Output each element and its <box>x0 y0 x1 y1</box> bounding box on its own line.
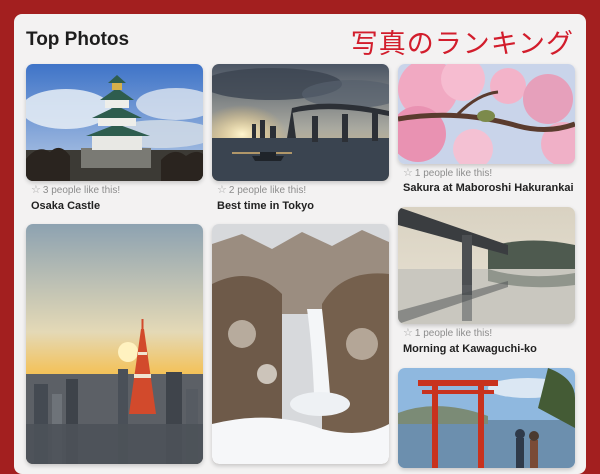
like-count[interactable]: ☆ 1 people like this! <box>403 168 492 180</box>
star-icon[interactable]: ☆ <box>403 328 413 339</box>
top-photos-panel: Top Photos 写真のランキング ☆ 3 people like this… <box>14 14 586 474</box>
star-icon[interactable]: ☆ <box>217 185 227 196</box>
photo-card-sakura[interactable]: ☆ 1 people like this! Sakura at Maborosh… <box>398 64 575 196</box>
ranking-heading: 写真のランキング <box>350 29 574 60</box>
photo-card-tokyo-tower[interactable] <box>26 224 203 464</box>
photo-caption: Osaka Castle <box>31 200 101 212</box>
star-icon[interactable]: ☆ <box>403 168 413 179</box>
like-count[interactable]: ☆ 1 people like this! <box>403 328 492 340</box>
photo-thumbnail[interactable] <box>26 64 203 181</box>
page-title: Top Photos <box>26 29 130 50</box>
photo-card-best-time-tokyo[interactable]: ☆ 2 people like this! Best time in Tokyo <box>212 64 389 216</box>
photo-card-frozen-waterfall[interactable] <box>212 224 389 464</box>
photo-caption: Sakura at Maboroshi Hakurankai <box>403 182 574 194</box>
like-count[interactable]: ☆ 3 people like this! <box>31 185 120 197</box>
photo-caption: Best time in Tokyo <box>217 200 314 212</box>
photo-thumbnail[interactable] <box>212 64 389 181</box>
photo-card-kawaguchiko[interactable]: ☆ 1 people like this! Morning at Kawaguc… <box>398 207 575 359</box>
star-icon[interactable]: ☆ <box>31 185 41 196</box>
photo-thumbnail[interactable] <box>398 207 575 324</box>
photo-thumbnail[interactable] <box>212 224 389 464</box>
photo-caption: Morning at Kawaguchi-ko <box>403 343 537 355</box>
photo-thumbnail[interactable] <box>398 368 575 468</box>
photo-thumbnail[interactable] <box>26 224 203 464</box>
like-count[interactable]: ☆ 2 people like this! <box>217 185 306 197</box>
photo-card-osaka-castle[interactable]: ☆ 3 people like this! Osaka Castle <box>26 64 203 216</box>
photo-thumbnail[interactable] <box>398 64 575 164</box>
photo-card-torii-gate[interactable] <box>398 368 575 468</box>
